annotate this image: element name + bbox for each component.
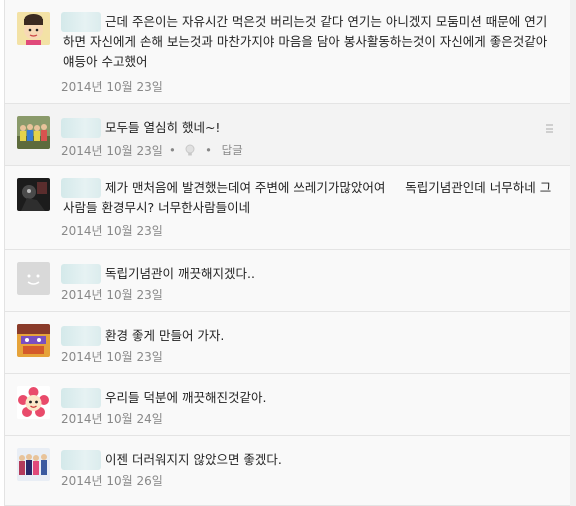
comment-date: 2014년 10월 23일 xyxy=(61,80,163,94)
comment-text: 우리들 덕분에 깨끗해진것같아. xyxy=(105,390,267,405)
comment-text-line: 하면 자신에게 손해 보는것과 마찬가지야 마음을 담아 봉사활동하는것이 자신… xyxy=(63,34,548,49)
comment-text: 근데 주은이는 자유시간 먹은것 버리는것 같다 연기는 아니겠지 모둠미션 때… xyxy=(105,14,548,29)
illustration-avatar[interactable] xyxy=(17,324,50,357)
comment-text-line: 얘등아 수고했어 xyxy=(63,54,148,69)
separator-dot: • xyxy=(205,143,212,157)
dark-photo-avatar[interactable] xyxy=(17,178,50,211)
comment-item: 이젠 더러워지지 않았으면 좋겠다. 2014년 10월 26일 xyxy=(5,436,571,506)
comment-text: 독립기념관이 깨끗해지겠다.. xyxy=(105,266,255,281)
scrollbar[interactable] xyxy=(570,0,576,506)
comment-date: 2014년 10월 24일 xyxy=(61,412,163,426)
cartoon-girl-avatar[interactable] xyxy=(17,12,50,45)
separator-dot: • xyxy=(169,143,176,157)
comment-text-line: 사람들 환경무시? 너무한사람들이네 xyxy=(63,200,251,215)
comment-item: 환경 좋게 만들어 가자. 2014년 10월 23일 xyxy=(5,312,571,374)
lightbulb-icon[interactable] xyxy=(185,144,195,157)
comment-text: 이젠 더러워지지 않았으면 좋겠다. xyxy=(105,452,282,467)
comment-actions: • • 답글 xyxy=(169,142,249,158)
group-photo-avatar[interactable] xyxy=(17,116,50,149)
comment-date: 2014년 10월 23일 xyxy=(61,350,163,364)
default-smiley-avatar[interactable] xyxy=(17,262,50,295)
comment-item: 독립기념관이 깨끗해지겠다.. 2014년 10월 23일 xyxy=(5,250,571,312)
girl-group-avatar[interactable] xyxy=(17,448,50,481)
comment-date: 2014년 10월 26일 xyxy=(61,474,163,488)
comment-date: 2014년 10월 23일 xyxy=(61,288,163,302)
comment-list: 근데 주은이는 자유시간 먹은것 버리는것 같다 연기는 아니겠지 모둠미션 때… xyxy=(4,0,572,506)
comment-text: 제가 맨처음에 발견했는데여 주변에 쓰레기가많았어여 독립기념관인데 너무하네… xyxy=(105,180,552,195)
comment-text: 모두들 열심히 했네~! xyxy=(105,120,221,135)
comment-item: 우리들 덕분에 깨끗해진것같아. 2014년 10월 24일 xyxy=(5,374,571,436)
comment-item: 모두들 열심히 했네~! 2014년 10월 23일 • • 답글 xyxy=(5,104,571,166)
comment-item: 제가 맨처음에 발견했는데여 주변에 쓰레기가많았어여 독립기념관인데 너무하네… xyxy=(5,166,571,250)
menu-icon[interactable] xyxy=(546,124,553,133)
comment-item: 근데 주은이는 자유시간 먹은것 버리는것 같다 연기는 아니겠지 모둠미션 때… xyxy=(5,0,571,104)
reply-button[interactable]: 답글 xyxy=(222,143,243,157)
comment-date: 2014년 10월 23일 xyxy=(61,224,163,238)
comment-text: 환경 좋게 만들어 가자. xyxy=(105,328,225,343)
flower-character-avatar[interactable] xyxy=(17,386,50,419)
comment-date: 2014년 10월 23일 xyxy=(61,144,163,158)
